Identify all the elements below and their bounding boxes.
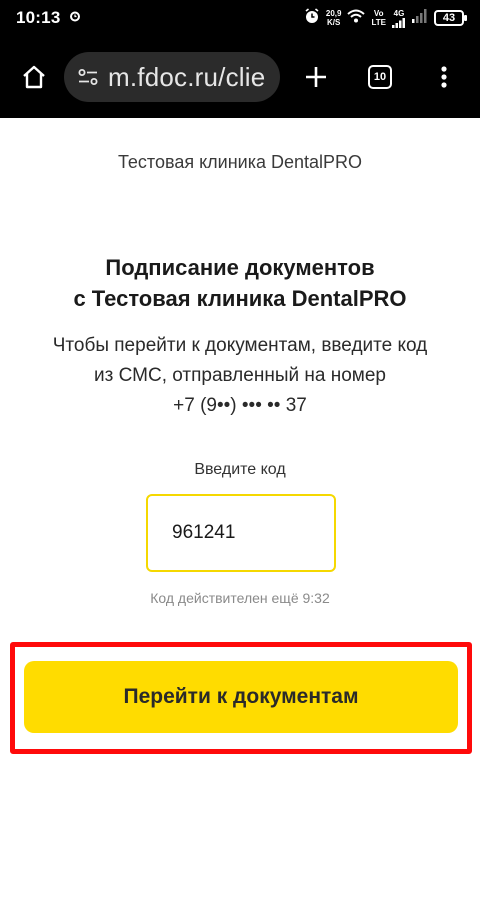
site-settings-icon xyxy=(78,69,98,85)
page-content: Тестовая клиника DentalPRO Подписание до… xyxy=(0,118,480,918)
sms-code-input[interactable] xyxy=(146,494,336,572)
masked-phone: +7 (9••) ••• •• 37 xyxy=(173,395,307,416)
url-text: m.fdoc.ru/clie xyxy=(108,61,266,92)
plus-icon xyxy=(306,67,326,87)
home-button[interactable] xyxy=(12,55,56,99)
signal-weak-icon xyxy=(412,8,428,28)
menu-button[interactable] xyxy=(422,55,466,99)
alarm-clock-icon xyxy=(304,7,320,29)
speed-value: 20,9 xyxy=(325,9,342,18)
network-type: 4G xyxy=(392,9,406,28)
status-bar: 10:13 20,9 K/S Vo LTE 4G 43 xyxy=(0,0,480,36)
title-line-1: Подписание документов xyxy=(105,255,375,280)
wifi-icon xyxy=(347,9,366,28)
tab-count: 10 xyxy=(368,65,392,89)
status-time: 10:13 xyxy=(16,8,61,27)
tab-switcher-button[interactable]: 10 xyxy=(358,55,402,99)
alarm-icon xyxy=(68,9,82,28)
home-icon xyxy=(23,65,45,89)
go-to-documents-button[interactable]: Перейти к документам xyxy=(24,661,458,733)
clinic-name: Тестовая клиника DentalPRO xyxy=(117,152,363,172)
volte-bottom: LTE xyxy=(371,18,386,27)
volte-top: Vo xyxy=(373,9,384,18)
page-title: Подписание документов с Тестовая клиника… xyxy=(0,252,480,314)
battery-indicator: 43 xyxy=(434,10,467,26)
speed-unit: K/S xyxy=(327,18,341,27)
address-bar[interactable]: m.fdoc.ru/clie xyxy=(64,52,280,102)
instructions-line-1: Чтобы перейти к документам, введите код xyxy=(52,335,428,356)
network-type-label: 4G xyxy=(393,8,405,18)
more-vert-icon xyxy=(441,66,447,88)
browser-toolbar: m.fdoc.ru/clie 10 xyxy=(0,36,480,118)
code-validity-timer: Код действителен ещё 9:32 xyxy=(150,590,330,606)
network-speed: 20,9 K/S xyxy=(326,9,342,27)
instructions: Чтобы перейти к документам, введите код … xyxy=(0,331,480,421)
battery-level: 43 xyxy=(442,12,456,24)
title-line-2: с Тестовая клиника DentalPRO xyxy=(73,286,407,311)
volte-indicator: Vo LTE xyxy=(371,9,386,27)
new-tab-button[interactable] xyxy=(294,55,338,99)
instructions-line-2: из СМС, отправленный на номер xyxy=(94,365,386,386)
code-label: Введите код xyxy=(194,461,286,478)
signal-strong-icon xyxy=(392,17,405,28)
